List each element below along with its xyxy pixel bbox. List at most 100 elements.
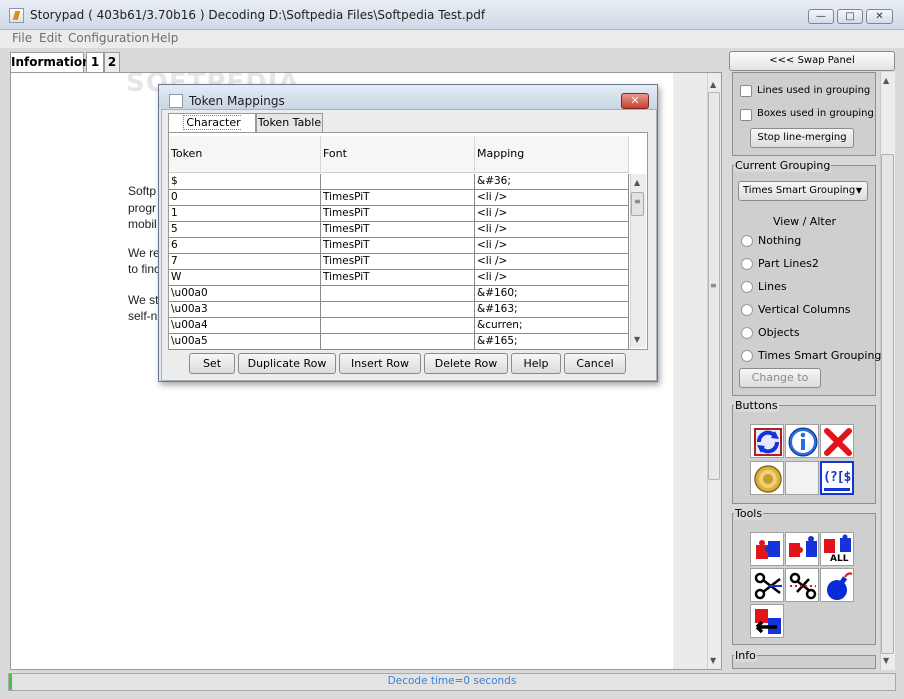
regex-button[interactable]: (?[$ bbox=[820, 461, 854, 495]
tab-token-table[interactable]: Token Table bbox=[256, 113, 323, 132]
info-button[interactable] bbox=[785, 424, 819, 458]
document-margin bbox=[673, 73, 707, 669]
table-cell[interactable]: \u00a4 bbox=[169, 318, 321, 334]
minimize-button[interactable]: — bbox=[808, 9, 834, 24]
doc-line: progr bbox=[128, 201, 157, 215]
table-cell[interactable]: 5 bbox=[169, 222, 321, 238]
view-radio[interactable] bbox=[741, 350, 753, 362]
table-cell[interactable]: TimesPiT bbox=[321, 222, 475, 238]
boxes-used-checkbox[interactable] bbox=[740, 109, 752, 121]
table-cell[interactable]: &#163; bbox=[475, 302, 629, 318]
view-radio-label: Objects bbox=[758, 326, 800, 339]
table-cell[interactable]: $ bbox=[169, 174, 321, 190]
help-button[interactable]: Help bbox=[511, 353, 561, 374]
cut-all-tool-button[interactable] bbox=[785, 568, 819, 602]
table-cell[interactable]: <li /> bbox=[475, 270, 629, 286]
table-cell[interactable]: <li /> bbox=[475, 238, 629, 254]
menu-configuration[interactable]: Configuration bbox=[68, 31, 149, 45]
duplicate-row-button[interactable]: Duplicate Row bbox=[238, 353, 336, 374]
tab-page-2[interactable]: 2 bbox=[104, 52, 120, 72]
move-tool-button[interactable] bbox=[750, 604, 784, 638]
table-cell[interactable]: <li /> bbox=[475, 190, 629, 206]
merge-tool-button[interactable] bbox=[750, 532, 784, 566]
lines-used-checkbox[interactable] bbox=[740, 85, 752, 97]
table-cell[interactable]: &curren; bbox=[475, 318, 629, 334]
scroll-up-icon[interactable]: ▲ bbox=[883, 76, 889, 85]
table-cell[interactable]: <li /> bbox=[475, 254, 629, 270]
split-tool-button[interactable] bbox=[785, 532, 819, 566]
table-cell[interactable] bbox=[321, 174, 475, 190]
table-cell[interactable]: 6 bbox=[169, 238, 321, 254]
refresh-button[interactable] bbox=[750, 424, 784, 458]
scroll-up-icon[interactable]: ▲ bbox=[710, 80, 716, 89]
set-button[interactable]: Set bbox=[189, 353, 235, 374]
maximize-icon: □ bbox=[845, 11, 855, 22]
table-cell[interactable] bbox=[321, 334, 475, 350]
table-cell[interactable]: W bbox=[169, 270, 321, 286]
tab-information[interactable]: Information bbox=[10, 52, 91, 72]
puzzle-split-icon bbox=[789, 536, 817, 557]
cut-tool-button[interactable] bbox=[750, 568, 784, 602]
column-header-token[interactable]: Token bbox=[169, 136, 321, 173]
all-label: ALL bbox=[830, 554, 849, 564]
swap-panel-button[interactable]: <<< Swap Panel bbox=[729, 51, 895, 71]
dialog-close-button[interactable]: ✕ bbox=[621, 93, 649, 109]
menu-help[interactable]: Help bbox=[151, 31, 178, 45]
menu-edit[interactable]: Edit bbox=[39, 31, 62, 45]
table-cell[interactable]: 1 bbox=[169, 206, 321, 222]
table-cell[interactable]: <li /> bbox=[475, 222, 629, 238]
doc-line: Softp bbox=[128, 184, 157, 198]
menu-file[interactable]: File bbox=[12, 31, 32, 45]
table-cell[interactable]: TimesPiT bbox=[321, 254, 475, 270]
table-cell[interactable] bbox=[321, 286, 475, 302]
column-header-font[interactable]: Font bbox=[321, 136, 475, 173]
blank-button[interactable] bbox=[785, 461, 819, 495]
view-radio[interactable] bbox=[741, 258, 753, 270]
change-to-button[interactable]: Change to bbox=[739, 368, 821, 388]
table-cell[interactable]: <li /> bbox=[475, 206, 629, 222]
scroll-up-icon[interactable]: ▲ bbox=[634, 178, 640, 187]
tab-page-1[interactable]: 1 bbox=[86, 52, 104, 72]
scroll-down-icon[interactable]: ▼ bbox=[710, 656, 716, 665]
window-title: Storypad ( 403b61/3.70b16 ) Decoding D:\… bbox=[30, 8, 486, 22]
table-cell[interactable]: 7 bbox=[169, 254, 321, 270]
scroll-down-icon[interactable]: ▼ bbox=[883, 656, 889, 665]
view-radio[interactable] bbox=[741, 281, 753, 293]
column-header-mapping[interactable]: Mapping bbox=[475, 136, 629, 173]
scroll-down-icon[interactable]: ▼ bbox=[634, 335, 640, 344]
stop-line-merging-button[interactable]: Stop line-merging bbox=[750, 128, 854, 148]
grouping-select[interactable]: Times Smart Grouping ▼ bbox=[738, 181, 868, 201]
split-all-tool-button[interactable]: ALL bbox=[820, 532, 854, 566]
dialog-title: Token Mappings bbox=[189, 94, 285, 108]
table-cell[interactable]: &#165; bbox=[475, 334, 629, 350]
table-cell[interactable]: \u00a3 bbox=[169, 302, 321, 318]
table-cell[interactable]: TimesPiT bbox=[321, 206, 475, 222]
table-cell[interactable]: &#36; bbox=[475, 174, 629, 190]
scroll-grip-icon: ≡ bbox=[710, 281, 717, 290]
close-button[interactable]: ✕ bbox=[866, 9, 893, 24]
view-radio[interactable] bbox=[741, 327, 753, 339]
view-radio[interactable] bbox=[741, 304, 753, 316]
table-cell[interactable]: \u00a5 bbox=[169, 334, 321, 350]
coin-button[interactable] bbox=[750, 461, 784, 495]
insert-row-button[interactable]: Insert Row bbox=[339, 353, 421, 374]
table-cell[interactable]: TimesPiT bbox=[321, 270, 475, 286]
maximize-button[interactable]: □ bbox=[837, 9, 863, 24]
delete-row-button[interactable]: Delete Row bbox=[424, 353, 508, 374]
table-cell[interactable]: 0 bbox=[169, 190, 321, 206]
table-cell[interactable]: TimesPiT bbox=[321, 238, 475, 254]
boxes-used-label: Boxes used in grouping bbox=[757, 108, 874, 119]
delete-button[interactable] bbox=[820, 424, 854, 458]
table-cell[interactable] bbox=[321, 318, 475, 334]
panel-scroll-thumb[interactable] bbox=[881, 154, 894, 654]
table-cell[interactable] bbox=[321, 302, 475, 318]
view-radio[interactable] bbox=[741, 235, 753, 247]
puzzle-arrow-icon bbox=[755, 609, 781, 634]
table-cell[interactable]: TimesPiT bbox=[321, 190, 475, 206]
refresh-icon bbox=[754, 428, 782, 456]
table-cell[interactable]: \u00a0 bbox=[169, 286, 321, 302]
bomb-tool-button[interactable] bbox=[820, 568, 854, 602]
table-cell[interactable]: &#160; bbox=[475, 286, 629, 302]
tab-character-table[interactable]: Character Table bbox=[168, 113, 256, 147]
cancel-button[interactable]: Cancel bbox=[564, 353, 626, 374]
